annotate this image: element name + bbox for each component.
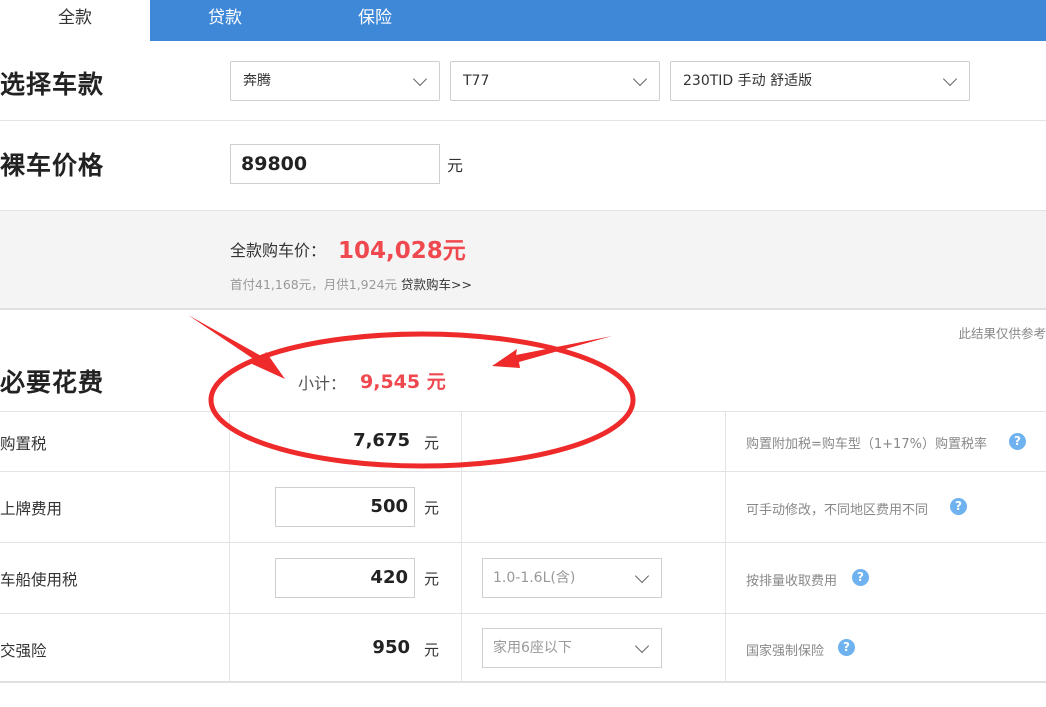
purchase-tax-label: 购置税 (0, 435, 47, 453)
column-divider (229, 411, 230, 683)
divider (0, 120, 1046, 121)
required-costs-title: 必要花费 (0, 368, 105, 397)
purchase-tax-note: 购置附加税=购车型（1+17%）购置税率 (746, 437, 987, 452)
brand-select-value: 奔腾 (243, 73, 271, 89)
plate-fee-amount: 500 (370, 496, 408, 517)
bare-price-unit: 元 (447, 156, 464, 175)
subtotal-label: 小计： (298, 374, 347, 393)
question-circle-icon[interactable]: ? (838, 639, 855, 656)
displacement-select[interactable]: 1.0-1.6L(含) (482, 558, 662, 598)
chevron-down-icon (942, 71, 958, 87)
displacement-select-value: 1.0-1.6L(含) (493, 570, 576, 586)
question-circle-icon[interactable]: ? (1009, 433, 1026, 450)
annotation-arrow-right (492, 336, 612, 368)
seat-type-select[interactable]: 家用6座以下 (482, 628, 662, 668)
series-select-value: T77 (463, 73, 490, 89)
chevron-down-icon (634, 568, 650, 584)
question-circle-icon[interactable]: ? (852, 569, 869, 586)
plate-fee-note: 可手动修改，不同地区费用不同 (746, 503, 929, 518)
purchase-tax-unit: 元 (424, 434, 440, 452)
chevron-down-icon (634, 638, 650, 654)
divider (0, 471, 1046, 472)
chevron-down-icon (412, 71, 428, 87)
vehicle-tax-label: 车船使用税 (0, 571, 78, 589)
bare-price-title: 裸车价格 (0, 151, 105, 180)
seat-type-select-value: 家用6座以下 (493, 640, 572, 656)
model-select-value: 230TID 手动 舒适版 (683, 73, 813, 89)
payment-breakdown-text: 首付41,168元，月供1,924元 (230, 277, 398, 292)
bare-price-value: 89800 (241, 153, 308, 175)
tab-insurance[interactable]: 保险 (300, 0, 450, 41)
subtotal-value: 9,545 元 (360, 371, 446, 393)
compulsory-insurance-unit: 元 (424, 641, 440, 659)
annotation-arrow-left (188, 315, 285, 379)
loan-purchase-link[interactable]: 贷款购车>> (401, 277, 472, 292)
column-divider (725, 411, 726, 683)
compulsory-insurance-note: 国家强制保险 (746, 644, 825, 659)
select-car-title: 选择车款 (0, 70, 105, 99)
plate-fee-unit: 元 (424, 499, 440, 517)
divider (0, 542, 1046, 543)
total-price-label: 全款购车价： (230, 241, 327, 260)
plate-fee-label: 上牌费用 (0, 500, 63, 518)
payment-breakdown: 首付41,168元，月供1,924元 贷款购车>> (230, 274, 472, 293)
disclaimer: 此结果仅供参考 (958, 326, 1046, 341)
tab-bar: 全款 贷款 保险 (0, 0, 1046, 41)
vehicle-tax-unit: 元 (424, 570, 440, 588)
tab-loan[interactable]: 贷款 (150, 0, 300, 41)
brand-select[interactable]: 奔腾 (230, 61, 440, 101)
total-price-value: 104,028元 (338, 238, 466, 264)
divider (0, 613, 1046, 614)
compulsory-insurance-amount: 950 (372, 637, 410, 658)
series-select[interactable]: T77 (450, 61, 660, 101)
chevron-down-icon (632, 71, 648, 87)
summary-panel (0, 210, 1046, 310)
question-circle-icon[interactable]: ? (950, 498, 967, 515)
bare-price-input[interactable]: 89800 (230, 144, 440, 184)
tab-full-payment[interactable]: 全款 (0, 0, 150, 41)
vehicle-tax-note: 按排量收取费用 (746, 574, 838, 589)
compulsory-insurance-label: 交强险 (0, 642, 47, 660)
model-select[interactable]: 230TID 手动 舒适版 (670, 61, 970, 101)
purchase-tax-amount: 7,675 (353, 430, 410, 451)
column-divider (461, 411, 462, 683)
vehicle-tax-amount: 420 (370, 567, 408, 588)
